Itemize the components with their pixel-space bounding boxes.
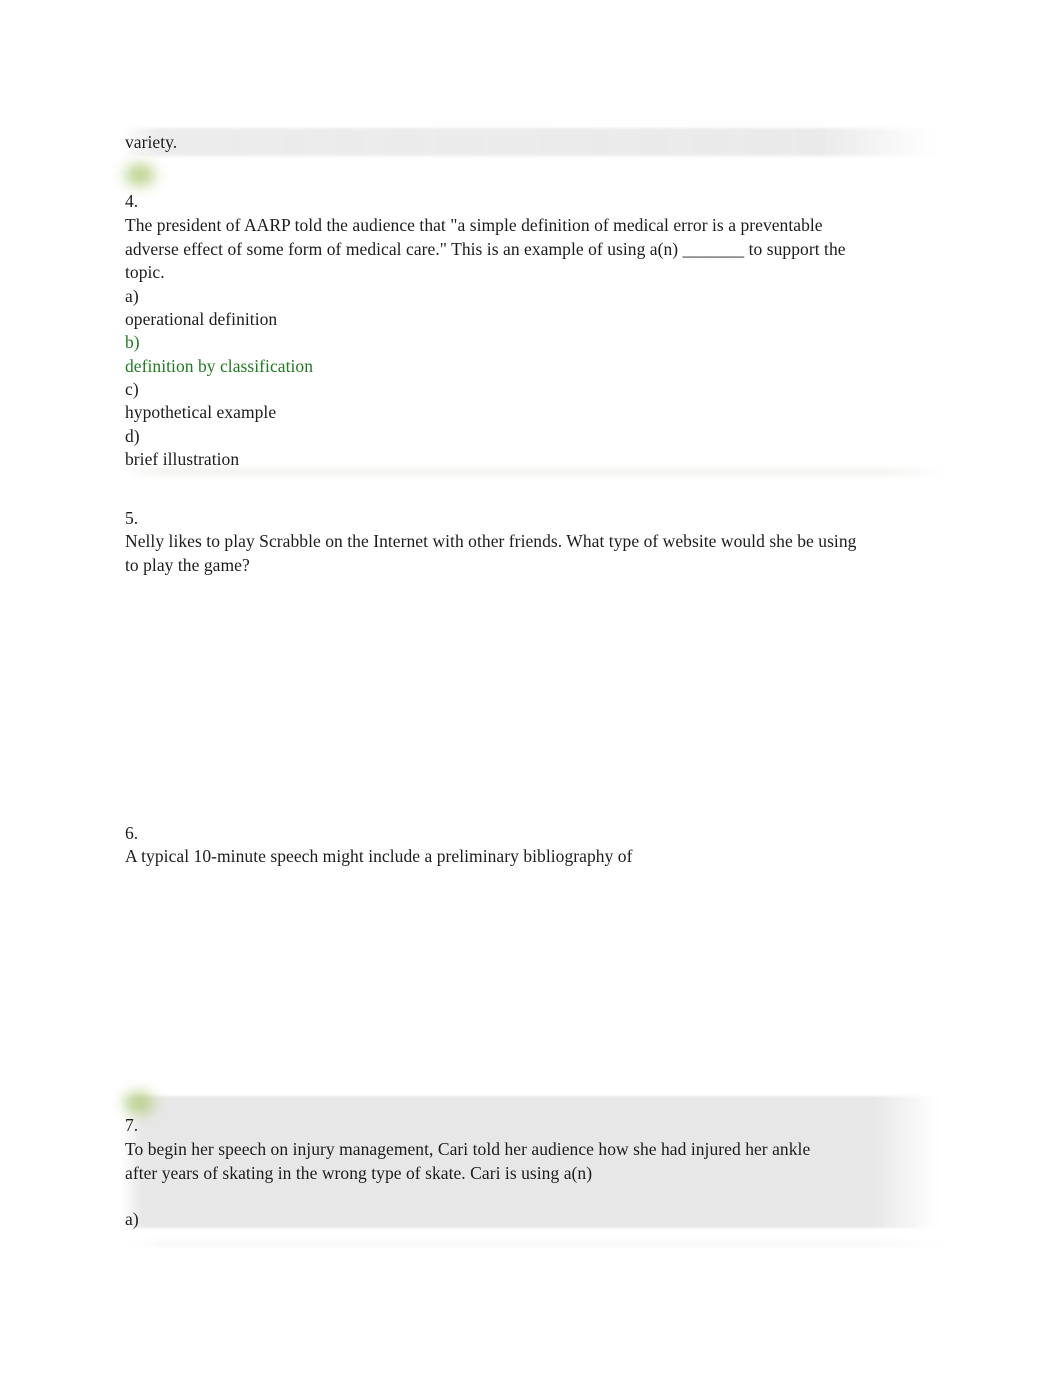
green-marker-blob-icon — [124, 1092, 154, 1114]
question-6-number: 6. — [125, 823, 139, 843]
question-5-number: 5. — [125, 508, 139, 528]
question-4-option-a-letter[interactable]: a) — [125, 285, 139, 309]
question-7-option-a-letter[interactable]: a) — [125, 1208, 139, 1232]
document-page: variety. 4. The president of AARP told t… — [0, 0, 1062, 1376]
divider-shade-band — [122, 468, 948, 476]
top-shade-band — [122, 128, 936, 156]
question-6-body: A typical 10-minute speech might include… — [125, 846, 633, 866]
bottom-shade-band — [122, 1240, 948, 1247]
question-4-option-d-text[interactable]: brief illustration — [125, 448, 239, 472]
question-4-option-d-letter[interactable]: d) — [125, 425, 140, 449]
continuation-text: variety. — [125, 132, 178, 152]
question-4-option-a-text[interactable]: operational definition — [125, 308, 277, 332]
green-marker-blob-icon — [125, 164, 155, 186]
question-4-option-b-letter[interactable]: b) — [125, 331, 140, 355]
question-4-number: 4. — [125, 191, 139, 211]
question-7-body: To begin her speech on injury management… — [125, 1139, 811, 1183]
question-4-option-c-letter[interactable]: c) — [125, 378, 139, 402]
question-4-option-c-text[interactable]: hypothetical example — [125, 401, 276, 425]
question-4-body: The president of AARP told the audience … — [125, 215, 846, 282]
question-4-option-b-text[interactable]: definition by classification — [125, 355, 313, 379]
question-7-number: 7. — [125, 1115, 139, 1135]
question-5-body: Nelly likes to play Scrabble on the Inte… — [125, 531, 857, 575]
